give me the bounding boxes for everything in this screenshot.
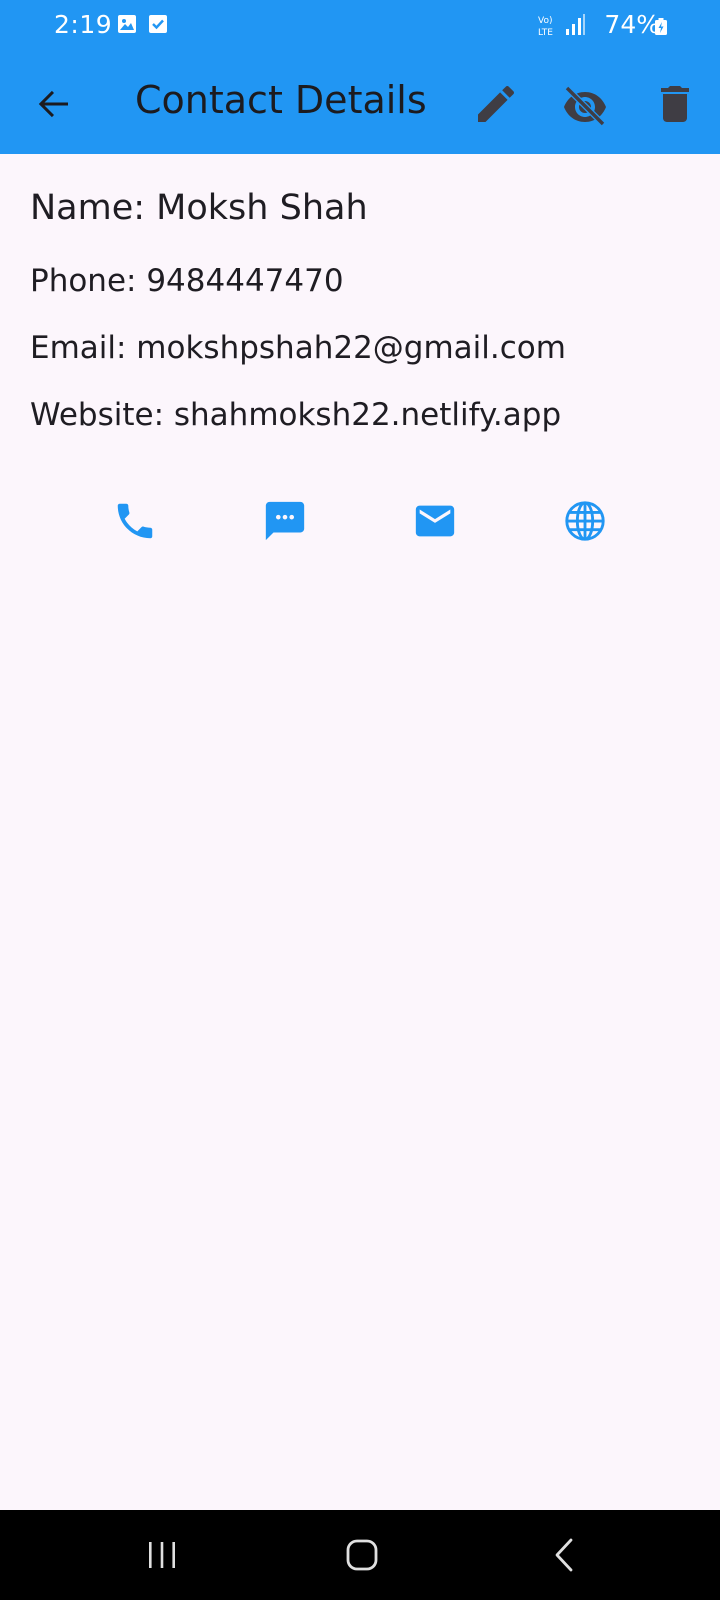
contact-email: Email: mokshpshah22@gmail.com <box>30 330 566 366</box>
app-bar: Contact Details <box>0 54 720 154</box>
edit-icon[interactable] <box>472 80 520 128</box>
home-icon[interactable] <box>342 1535 382 1575</box>
phone-icon[interactable] <box>112 498 158 544</box>
check-box-icon <box>149 15 167 33</box>
contact-website: Website: shahmoksh22.netlify.app <box>30 397 562 433</box>
contact-phone: Phone: 9484447470 <box>30 263 344 299</box>
contact-name: Name: Moksh Shah <box>30 188 368 228</box>
back-arrow-icon[interactable] <box>30 80 78 128</box>
visibility-off-icon[interactable] <box>561 80 609 128</box>
status-bar: 2:19 Vo) LTE 74% <box>0 0 720 54</box>
message-icon[interactable] <box>262 498 308 544</box>
volte-bottom-text: LTE <box>538 28 553 38</box>
system-nav-bar <box>0 1510 720 1600</box>
back-icon[interactable] <box>545 1535 585 1575</box>
volte-top-text: Vo) <box>538 16 552 26</box>
recents-icon[interactable] <box>142 1535 182 1575</box>
volte-icon: Vo) LTE <box>538 16 553 38</box>
globe-icon[interactable] <box>562 498 608 544</box>
page-title: Contact Details <box>135 78 427 122</box>
status-time: 2:19 <box>54 10 113 39</box>
delete-icon[interactable] <box>651 80 699 128</box>
email-icon[interactable] <box>412 498 458 544</box>
image-icon <box>118 15 136 33</box>
action-row <box>0 498 720 548</box>
signal-icon <box>566 14 585 35</box>
battery-percent: 74% <box>604 10 660 39</box>
battery-charging-icon <box>655 18 667 35</box>
